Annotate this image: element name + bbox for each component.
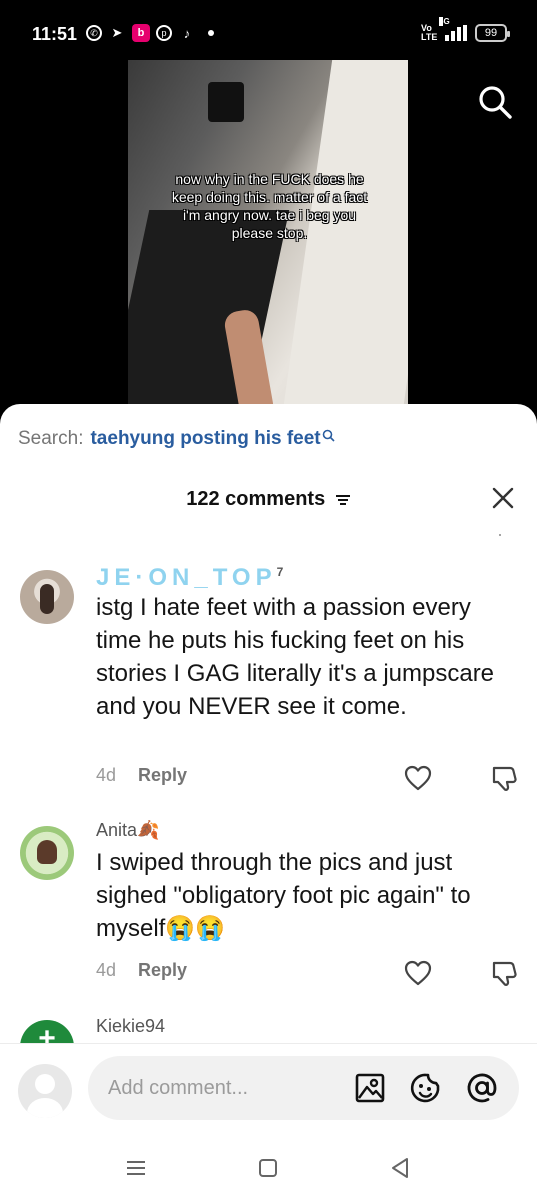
network-type: 5G — [439, 17, 450, 26]
comment-text: istg I hate feet with a passion every ti… — [96, 594, 495, 720]
comment-age: 4d — [96, 960, 117, 980]
video-speaker — [208, 82, 244, 122]
comments-header[interactable]: 122 comments — [0, 488, 537, 511]
mention-icon[interactable] — [466, 1072, 498, 1104]
my-avatar[interactable] — [18, 1064, 72, 1118]
comment-meta: 4d Reply — [96, 960, 187, 981]
comment-item: Kiekie94 — [0, 1014, 537, 1043]
video-player[interactable]: now why in the FUCK does he keep doing t… — [128, 60, 408, 404]
whatsapp-icon: ✆ — [86, 25, 102, 41]
pinterest-icon: p — [156, 25, 172, 41]
reply-button[interactable]: Reply — [138, 765, 187, 786]
search-suggestion[interactable]: Search: taehyung posting his feet — [18, 428, 335, 450]
sort-icon[interactable] — [335, 493, 351, 507]
reply-button[interactable]: Reply — [138, 960, 187, 981]
avatar[interactable] — [20, 826, 74, 880]
search-small-icon — [322, 429, 335, 442]
dislike-icon[interactable] — [490, 764, 518, 792]
battery-icon: 99 — [475, 24, 510, 42]
video-caption: now why in the FUCK does he keep doing t… — [171, 171, 368, 241]
close-icon[interactable] — [491, 486, 515, 510]
dislike-icon[interactable] — [490, 959, 518, 987]
emoji-icon[interactable] — [410, 1072, 442, 1104]
status-bar: 11:51 ✆ ➤ b p ♪ Vo LTE 5G 99 — [0, 0, 537, 60]
comment-username[interactable]: Kiekie94 — [96, 1016, 165, 1037]
menu-icon[interactable] — [124, 1156, 148, 1180]
comments-count: 122 comments — [186, 488, 326, 510]
volte-indicator: Vo LTE — [421, 23, 438, 42]
telegram-icon: ➤ — [111, 25, 123, 40]
comment-age: 4d — [96, 765, 117, 785]
comment-composer — [0, 1044, 537, 1134]
username-badge: 7 — [276, 565, 284, 579]
notification-icons: ✆ ➤ b p ♪ — [86, 24, 214, 42]
back-icon[interactable] — [388, 1156, 412, 1180]
status-right: Vo LTE 5G 99 — [421, 17, 510, 42]
avatar[interactable] — [20, 1020, 74, 1043]
comment-text: I swiped through the pics and just sighe… — [96, 849, 471, 942]
search-icon[interactable] — [477, 84, 513, 120]
comment-input-container[interactable] — [88, 1056, 519, 1120]
heart-icon[interactable] — [404, 960, 432, 986]
signal-icon: 5G — [439, 17, 467, 41]
image-icon[interactable] — [354, 1072, 386, 1104]
comment-meta: 4d Reply — [96, 765, 187, 786]
avatar[interactable] — [20, 570, 74, 624]
comment-input[interactable] — [108, 1072, 348, 1104]
username-text: JE·ON_TOP — [96, 564, 277, 591]
b-app-icon: b — [132, 24, 150, 42]
comment-item: JE·ON_TOP7 istg I hate feet with a passi… — [0, 564, 537, 794]
tiktok-icon: ♪ — [183, 25, 191, 41]
comment-username[interactable]: Anita🍂 — [96, 820, 159, 841]
status-time: 11:51 — [32, 24, 78, 44]
system-nav-bar — [0, 1134, 537, 1199]
heart-icon[interactable] — [404, 765, 432, 791]
search-suggestion-label: Search: — [18, 428, 84, 449]
scroll-indicator — [499, 534, 501, 536]
home-icon[interactable] — [256, 1156, 280, 1180]
comment-username[interactable]: JE·ON_TOP7 — [96, 564, 283, 592]
battery-level: 99 — [484, 27, 498, 39]
more-notifications-dot — [208, 30, 214, 36]
search-suggestion-term[interactable]: taehyung posting his feet — [90, 428, 320, 450]
comment-item: Anita🍂 I swiped through the pics and jus… — [0, 820, 537, 990]
